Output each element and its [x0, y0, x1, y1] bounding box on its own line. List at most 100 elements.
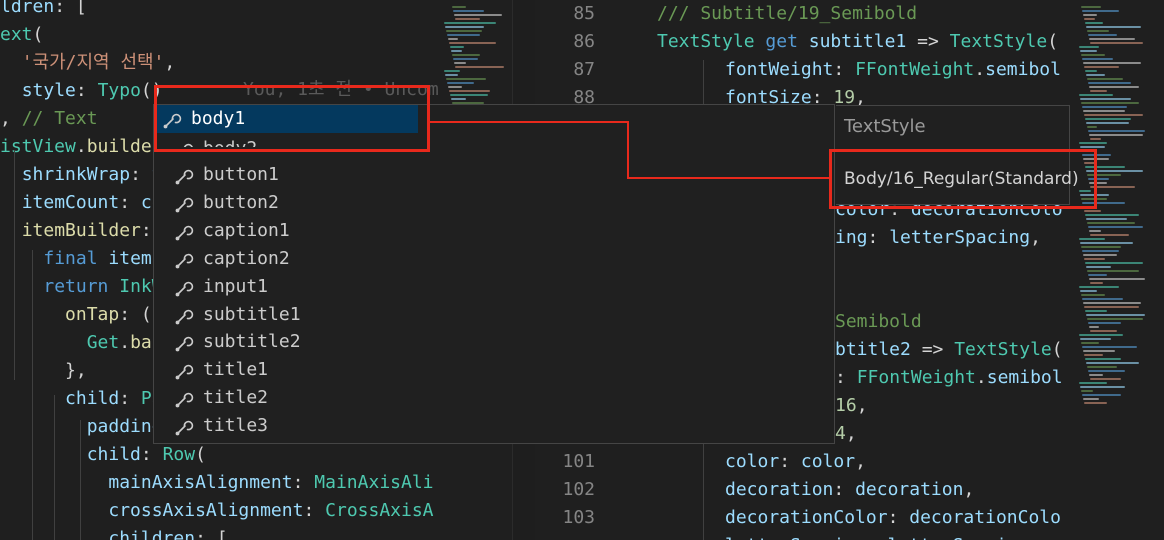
- minimap-line: [1088, 274, 1107, 276]
- suggestion-item-title2[interactable]: title2: [168, 384, 418, 412]
- minimap-line: [1083, 254, 1117, 256]
- code-token: item: [108, 248, 152, 269]
- minimap-line: [1085, 358, 1121, 360]
- minimap-line: [1084, 66, 1119, 68]
- minimap-line: [1090, 234, 1129, 236]
- code-line[interactable]: : FFontWeight.semibol: [835, 364, 1063, 392]
- wrench-icon: [174, 333, 194, 352]
- code-line[interactable]: , // Text: [0, 105, 98, 133]
- code-line[interactable]: ext(: [0, 21, 43, 49]
- minimap-line: [1083, 350, 1115, 352]
- code-token: style: [21, 80, 76, 101]
- code-token: :: [75, 80, 98, 101]
- code-token: TextStyle: [657, 31, 755, 52]
- right-minimap[interactable]: [1075, 0, 1164, 540]
- code-line[interactable]: style: Typo(): [0, 77, 163, 105]
- code-line[interactable]: shrinkWrap: tr: [0, 161, 174, 189]
- code-token: mainAxisAlignment: [108, 472, 293, 493]
- suggestion-item-button2[interactable]: button2: [168, 189, 418, 217]
- code-line[interactable]: child: Pad: [0, 385, 173, 413]
- minimap-line: [452, 54, 480, 56]
- code-token: semibol: [985, 59, 1061, 80]
- line-number: 85: [573, 3, 595, 24]
- minimap-line: [446, 78, 486, 80]
- code-line[interactable]: crossAxisAlignment: CrossAxisA: [0, 497, 433, 525]
- code-line[interactable]: 4,: [835, 420, 857, 448]
- minimap-line: [454, 62, 466, 64]
- code-line[interactable]: child: Row(: [0, 441, 206, 469]
- code-line[interactable]: /// Subtitle/19_Semibold: [657, 0, 917, 28]
- minimap-line: [1088, 226, 1143, 228]
- wrench-icon: [174, 306, 194, 324]
- code-line[interactable]: ldren: [: [0, 0, 87, 21]
- code-line[interactable]: itemCount: cou: [0, 189, 174, 217]
- code-line[interactable]: padding:: [0, 413, 174, 441]
- minimap-line: [1084, 402, 1107, 404]
- minimap-line: [1085, 118, 1131, 120]
- code-token: itemCount: [21, 192, 120, 213]
- minimap-line: [451, 50, 462, 52]
- code-token: MainAxisAli: [314, 472, 434, 493]
- details-type-label: TextStyle: [844, 116, 926, 137]
- code-token: color: [800, 451, 856, 472]
- line-number: 101: [562, 451, 595, 472]
- code-line[interactable]: mainAxisAlignment: MainAxisAli: [0, 469, 434, 497]
- code-token: :: [867, 227, 890, 248]
- code-token: decoration: [725, 479, 834, 500]
- suggestion-item-subtitle1[interactable]: subtitle1: [168, 301, 418, 329]
- code-token: },: [0, 360, 87, 381]
- minimap-line: [1083, 62, 1141, 64]
- minimap-line: [1083, 398, 1099, 400]
- code-line[interactable]: decoration: decoration,: [725, 476, 974, 504]
- minimap-line: [1090, 330, 1117, 332]
- minimap-line: [446, 30, 482, 32]
- code-token: itemBuilder: [21, 220, 141, 241]
- minimap-line: [1084, 258, 1105, 260]
- code-line[interactable]: final item =: [0, 245, 173, 273]
- code-line[interactable]: Get.back: [0, 329, 174, 357]
- code-line[interactable]: decorationColor: decorationColo: [725, 504, 1061, 532]
- suggestion-item-button1[interactable]: button1: [168, 161, 418, 189]
- minimap-line: [1082, 58, 1113, 60]
- code-line[interactable]: letterSpacing: letterSpacin: [725, 532, 1018, 540]
- code-token: FFontWeight: [855, 59, 975, 80]
- annotation-box-doc: [829, 149, 1097, 209]
- suggestion-item-caption2[interactable]: caption2: [168, 245, 418, 273]
- minimap-line: [447, 82, 474, 84]
- minimap-line: [1081, 294, 1105, 296]
- suggestion-item-caption1[interactable]: caption1: [168, 217, 418, 245]
- code-line[interactable]: istView.builder: [0, 133, 163, 161]
- minimap-line: [1080, 338, 1111, 340]
- suggestion-item-input1[interactable]: input1: [168, 273, 418, 301]
- code-line[interactable]: color: color,: [725, 448, 866, 476]
- code-line[interactable]: fontWeight: FFontWeight.semibol: [725, 56, 1061, 84]
- suggestion-item-title3[interactable]: title3: [168, 412, 418, 440]
- suggestion-widget[interactable]: body1body2button1button2caption1caption2…: [153, 104, 835, 444]
- code-line[interactable]: ing: letterSpacing,: [835, 224, 1041, 252]
- code-line[interactable]: },: [0, 357, 87, 385]
- code-token: Semibold: [835, 311, 922, 332]
- code-line[interactable]: '국가/지역 선택',: [0, 49, 176, 77]
- code-line[interactable]: 16,: [835, 392, 868, 420]
- code-line[interactable]: children: [: [0, 525, 227, 540]
- code-line[interactable]: TextStyle get subtitle1 => TextStyle(: [657, 28, 1058, 56]
- code-line[interactable]: Semibold: [835, 308, 922, 336]
- code-token: // Text: [21, 108, 98, 129]
- code-line[interactable]: onTap: (): [0, 301, 163, 329]
- code-line[interactable]: return InkWe: [0, 273, 173, 301]
- minimap-line: [1081, 390, 1093, 392]
- code-token: '국가/지역 선택': [21, 52, 165, 73]
- suggestion-item-subtitle2[interactable]: subtitle2: [168, 328, 418, 356]
- code-token: child: [65, 388, 120, 409]
- code-line[interactable]: btitle2 => TextStyle(: [835, 336, 1063, 364]
- minimap-line: [1079, 334, 1123, 336]
- code-line[interactable]: itemBuilder: (: [0, 217, 174, 245]
- minimap-line: [1082, 394, 1121, 396]
- suggestion-list[interactable]: body1body2button1button2caption1caption2…: [154, 105, 420, 443]
- code-token: letterSpacing: [725, 535, 866, 540]
- suggestion-item-title1[interactable]: title1: [168, 356, 418, 384]
